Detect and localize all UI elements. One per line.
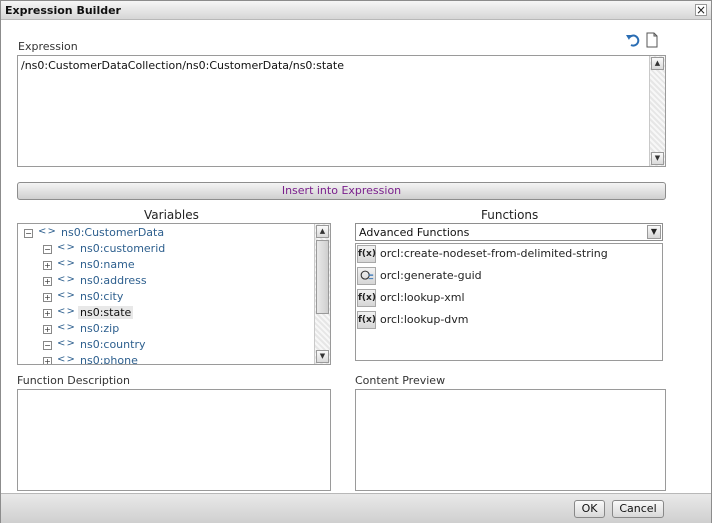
- functions-list[interactable]: f(x) orcl:create-nodeset-from-delimited-…: [355, 243, 663, 361]
- expression-text: /ns0:CustomerDataCollection/ns0:Customer…: [21, 59, 345, 72]
- scroll-down-arrow-icon[interactable]: ▼: [316, 350, 329, 363]
- selected-category: Advanced Functions: [359, 226, 470, 239]
- element-node-icon: < >: [57, 306, 75, 317]
- scroll-thumb[interactable]: [316, 240, 329, 314]
- scroll-up-arrow-icon[interactable]: ▲: [651, 57, 664, 70]
- insert-into-expression-button[interactable]: Insert into Expression: [17, 182, 666, 200]
- dropdown-arrow-icon[interactable]: ▼: [647, 225, 661, 239]
- dialog-title: Expression Builder: [5, 4, 121, 17]
- function-label: orcl:create-nodeset-from-delimited-strin…: [380, 247, 608, 260]
- element-node-icon: < >: [57, 258, 75, 269]
- cancel-button[interactable]: Cancel: [612, 500, 664, 518]
- expand-icon[interactable]: +: [43, 325, 52, 334]
- expand-icon[interactable]: +: [43, 309, 52, 318]
- expression-builder-dialog: Expression Builder × Expression /ns0:Cus…: [0, 0, 712, 523]
- close-button[interactable]: ×: [695, 4, 707, 16]
- function-description-panel: [17, 389, 331, 491]
- tree-node-label: ns0:country: [80, 338, 146, 351]
- guid-icon: [357, 267, 376, 285]
- element-node-icon: < >: [38, 226, 56, 237]
- expand-icon[interactable]: +: [43, 277, 52, 286]
- collapse-icon[interactable]: −: [43, 245, 52, 254]
- function-icon: f(x): [357, 311, 376, 329]
- expand-icon[interactable]: +: [43, 261, 52, 270]
- expression-scrollbar[interactable]: ▲ ▼: [649, 56, 665, 166]
- function-icon: f(x): [357, 245, 376, 263]
- element-node-icon: < >: [57, 354, 75, 365]
- tree-node-label: ns0:CustomerData: [61, 226, 165, 239]
- ok-button[interactable]: OK: [574, 500, 605, 518]
- scroll-up-arrow-icon[interactable]: ▲: [316, 225, 329, 238]
- function-icon: f(x): [357, 289, 376, 307]
- tree-node-label: ns0:customerid: [80, 242, 166, 255]
- tree-node-label: ns0:phone: [80, 354, 138, 365]
- function-description-label: Function Description: [17, 374, 130, 387]
- variables-title: Variables: [144, 208, 199, 222]
- new-document-icon[interactable]: [644, 32, 660, 48]
- content-preview-panel: [355, 389, 666, 491]
- expand-icon[interactable]: +: [43, 357, 52, 364]
- tree-node-label: ns0:address: [80, 274, 147, 287]
- expression-label: Expression: [18, 40, 78, 53]
- scroll-down-arrow-icon[interactable]: ▼: [651, 152, 664, 165]
- variables-tree[interactable]: − < > ns0:CustomerData − < > ns0:custome…: [17, 223, 331, 365]
- functions-title: Functions: [481, 208, 539, 222]
- function-label: orcl:generate-guid: [380, 269, 482, 282]
- tree-node-label: ns0:name: [80, 258, 135, 271]
- collapse-icon[interactable]: −: [24, 229, 33, 238]
- dialog-footer: OK Cancel: [1, 493, 711, 523]
- title-bar: Expression Builder ×: [1, 1, 711, 20]
- collapse-icon[interactable]: −: [43, 341, 52, 350]
- element-node-icon: < >: [57, 338, 75, 349]
- element-node-icon: < >: [57, 290, 75, 301]
- element-node-icon: < >: [57, 242, 75, 253]
- function-label: orcl:lookup-dvm: [380, 313, 469, 326]
- tree-node-label: ns0:city: [80, 290, 124, 303]
- tree-node-label: ns0:state: [78, 306, 134, 319]
- element-node-icon: < >: [57, 322, 75, 333]
- content-preview-label: Content Preview: [355, 374, 446, 387]
- element-node-icon: < >: [57, 274, 75, 285]
- function-label: orcl:lookup-xml: [380, 291, 465, 304]
- function-category-select[interactable]: Advanced Functions ▼: [355, 223, 663, 241]
- tree-node-label: ns0:zip: [80, 322, 120, 335]
- expand-icon[interactable]: +: [43, 293, 52, 302]
- undo-icon[interactable]: [625, 32, 641, 48]
- variables-scrollbar[interactable]: ▲ ▼: [314, 224, 330, 364]
- expression-textarea[interactable]: /ns0:CustomerDataCollection/ns0:Customer…: [17, 55, 666, 167]
